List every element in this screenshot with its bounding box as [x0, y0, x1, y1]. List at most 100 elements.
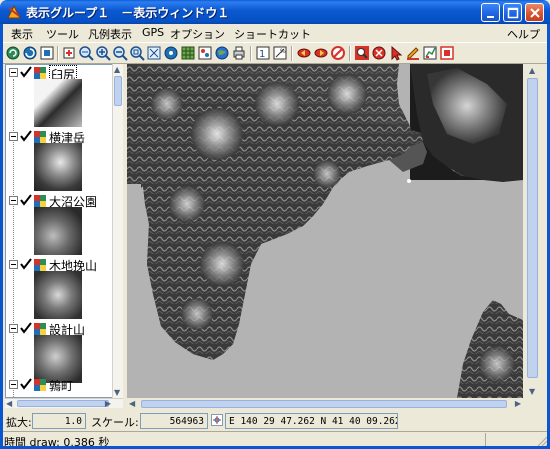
fit-icon[interactable] [61, 45, 77, 61]
scroll-right-arrow-icon[interactable]: ▶ [515, 399, 521, 408]
collapse-icon[interactable] [9, 380, 18, 389]
edit-icon[interactable] [405, 45, 421, 61]
coordinate-icon[interactable]: % [272, 45, 288, 61]
window-frame-left [0, 24, 3, 449]
svg-text:%: % [280, 48, 286, 55]
refresh-icon[interactable] [5, 45, 21, 61]
back-icon[interactable] [296, 45, 312, 61]
toolbar-separator [291, 46, 293, 61]
window-title: 表示グループ１ －表示ウィンドウ１ [26, 6, 230, 20]
collapse-icon[interactable] [9, 68, 18, 77]
menu-bar: 表示 ツール 凡例表示 GPS オプション ショートカット ヘルプ [0, 24, 550, 42]
select-frame-icon[interactable] [39, 45, 55, 61]
collapse-icon[interactable] [9, 196, 18, 205]
layer-raster-icon [34, 131, 46, 143]
pointer-icon[interactable] [388, 45, 404, 61]
toolbar-separator [57, 46, 59, 61]
layer-item[interactable]: 鶉町 [6, 377, 112, 397]
scale-field[interactable]: 564963 [140, 413, 208, 429]
close-button[interactable] [525, 3, 544, 22]
stop-icon[interactable] [330, 45, 346, 61]
layer-raster-icon [34, 195, 46, 207]
layer-thumbnail [34, 79, 82, 127]
map-canvas[interactable] [127, 64, 523, 398]
menu-tools[interactable]: ツール [46, 26, 79, 42]
svg-text:1: 1 [259, 49, 265, 60]
checkmark-icon[interactable] [19, 321, 33, 335]
menu-options[interactable]: オプション [170, 26, 225, 42]
scroll-up-arrow-icon[interactable]: ▲ [529, 66, 535, 75]
layer-thumbnail [34, 271, 82, 319]
terrain-map [127, 64, 523, 398]
checkmark-icon[interactable] [19, 65, 33, 79]
search-icon[interactable] [354, 45, 370, 61]
collapse-icon[interactable] [9, 324, 18, 333]
scroll-thumb[interactable] [114, 76, 122, 106]
scroll-thumb[interactable] [141, 400, 507, 408]
zoom-box-icon[interactable] [129, 45, 145, 61]
close-panel-icon[interactable] [439, 45, 455, 61]
scroll-thumb[interactable] [17, 400, 109, 407]
forward-icon[interactable] [313, 45, 329, 61]
menu-help[interactable]: ヘルプ [507, 26, 540, 42]
zoom-out-icon[interactable] [112, 45, 128, 61]
zoom-in-icon[interactable] [95, 45, 111, 61]
toolbar: 1 % [0, 42, 550, 64]
scroll-up-arrow-icon[interactable]: ▲ [114, 65, 120, 74]
scroll-down-arrow-icon[interactable]: ▼ [114, 388, 120, 397]
menu-legend[interactable]: 凡例表示 [88, 26, 132, 42]
pan-icon[interactable] [163, 45, 179, 61]
map-vertical-scrollbar[interactable]: ▲ ▼ [523, 64, 545, 398]
layer-raster-icon [34, 67, 46, 79]
print-icon[interactable] [231, 45, 247, 61]
collapse-icon[interactable] [9, 132, 18, 141]
layer-item[interactable]: 大沼公園 [6, 193, 112, 257]
minimize-button[interactable] [481, 3, 500, 22]
menu-gps[interactable]: GPS [142, 26, 164, 39]
record-icon[interactable] [371, 45, 387, 61]
layer-item[interactable]: 木地挽山 [6, 257, 112, 321]
scroll-left-arrow-icon[interactable]: ◀ [129, 399, 135, 408]
grid-icon[interactable] [180, 45, 196, 61]
layer-tree-panel: 臼尻 横津岳 大沼公園 木地挽山 設計山 鶉町 [5, 64, 123, 398]
layer-item[interactable]: 横津岳 [6, 129, 112, 193]
chart-icon[interactable] [422, 45, 438, 61]
measure-icon[interactable]: 1 [255, 45, 271, 61]
layer-thumbnail [34, 207, 82, 255]
checkmark-icon[interactable] [19, 193, 33, 207]
zoom-field[interactable]: 1.0 [32, 413, 86, 429]
layer-name: 鶉町 [49, 379, 74, 393]
maximize-button[interactable] [503, 3, 522, 22]
scroll-down-arrow-icon[interactable]: ▼ [529, 387, 535, 396]
globe-icon[interactable] [214, 45, 230, 61]
scroll-thumb[interactable] [527, 78, 538, 378]
menu-shortcut[interactable]: ショートカット [234, 26, 311, 42]
layer-raster-icon [34, 259, 46, 271]
coordinate-pick-icon[interactable] [211, 414, 223, 426]
menu-view[interactable]: 表示 [11, 26, 33, 42]
layer-raster-icon [34, 379, 46, 391]
scroll-left-arrow-icon[interactable]: ◀ [6, 399, 12, 408]
app-icon [7, 4, 21, 19]
toolbar-separator [349, 46, 351, 61]
layers-icon[interactable] [197, 45, 213, 61]
checkmark-icon[interactable] [19, 257, 33, 271]
scale-bar: 拡大: 1.0 スケール: 564963 E 140 29 47.262 N 4… [0, 410, 550, 431]
zoom-fit-icon[interactable] [78, 45, 94, 61]
redraw-icon[interactable] [22, 45, 38, 61]
layer-panel-vertical-scrollbar[interactable]: ▲ ▼ [112, 64, 123, 398]
checkmark-icon[interactable] [19, 129, 33, 143]
collapse-icon[interactable] [9, 260, 18, 269]
title-bar: 表示グループ１ －表示ウィンドウ１ [0, 0, 550, 24]
scale-label: スケール: [91, 416, 139, 429]
layer-item[interactable]: 臼尻 [6, 65, 112, 129]
map-horizontal-scrollbar[interactable]: ◀ ▶ [127, 398, 523, 410]
checkmark-icon[interactable] [19, 377, 33, 391]
layer-panel-horizontal-scrollbar[interactable]: ◀ ▶ [5, 398, 123, 408]
full-extent-icon[interactable] [146, 45, 162, 61]
toolbar-separator [250, 46, 252, 61]
scroll-right-arrow-icon[interactable]: ▶ [105, 399, 111, 408]
layer-item[interactable]: 設計山 [6, 321, 112, 385]
layer-thumbnail [34, 143, 82, 191]
coordinate-display: E 140 29 47.262 N 41 40 09.262 [225, 413, 398, 429]
